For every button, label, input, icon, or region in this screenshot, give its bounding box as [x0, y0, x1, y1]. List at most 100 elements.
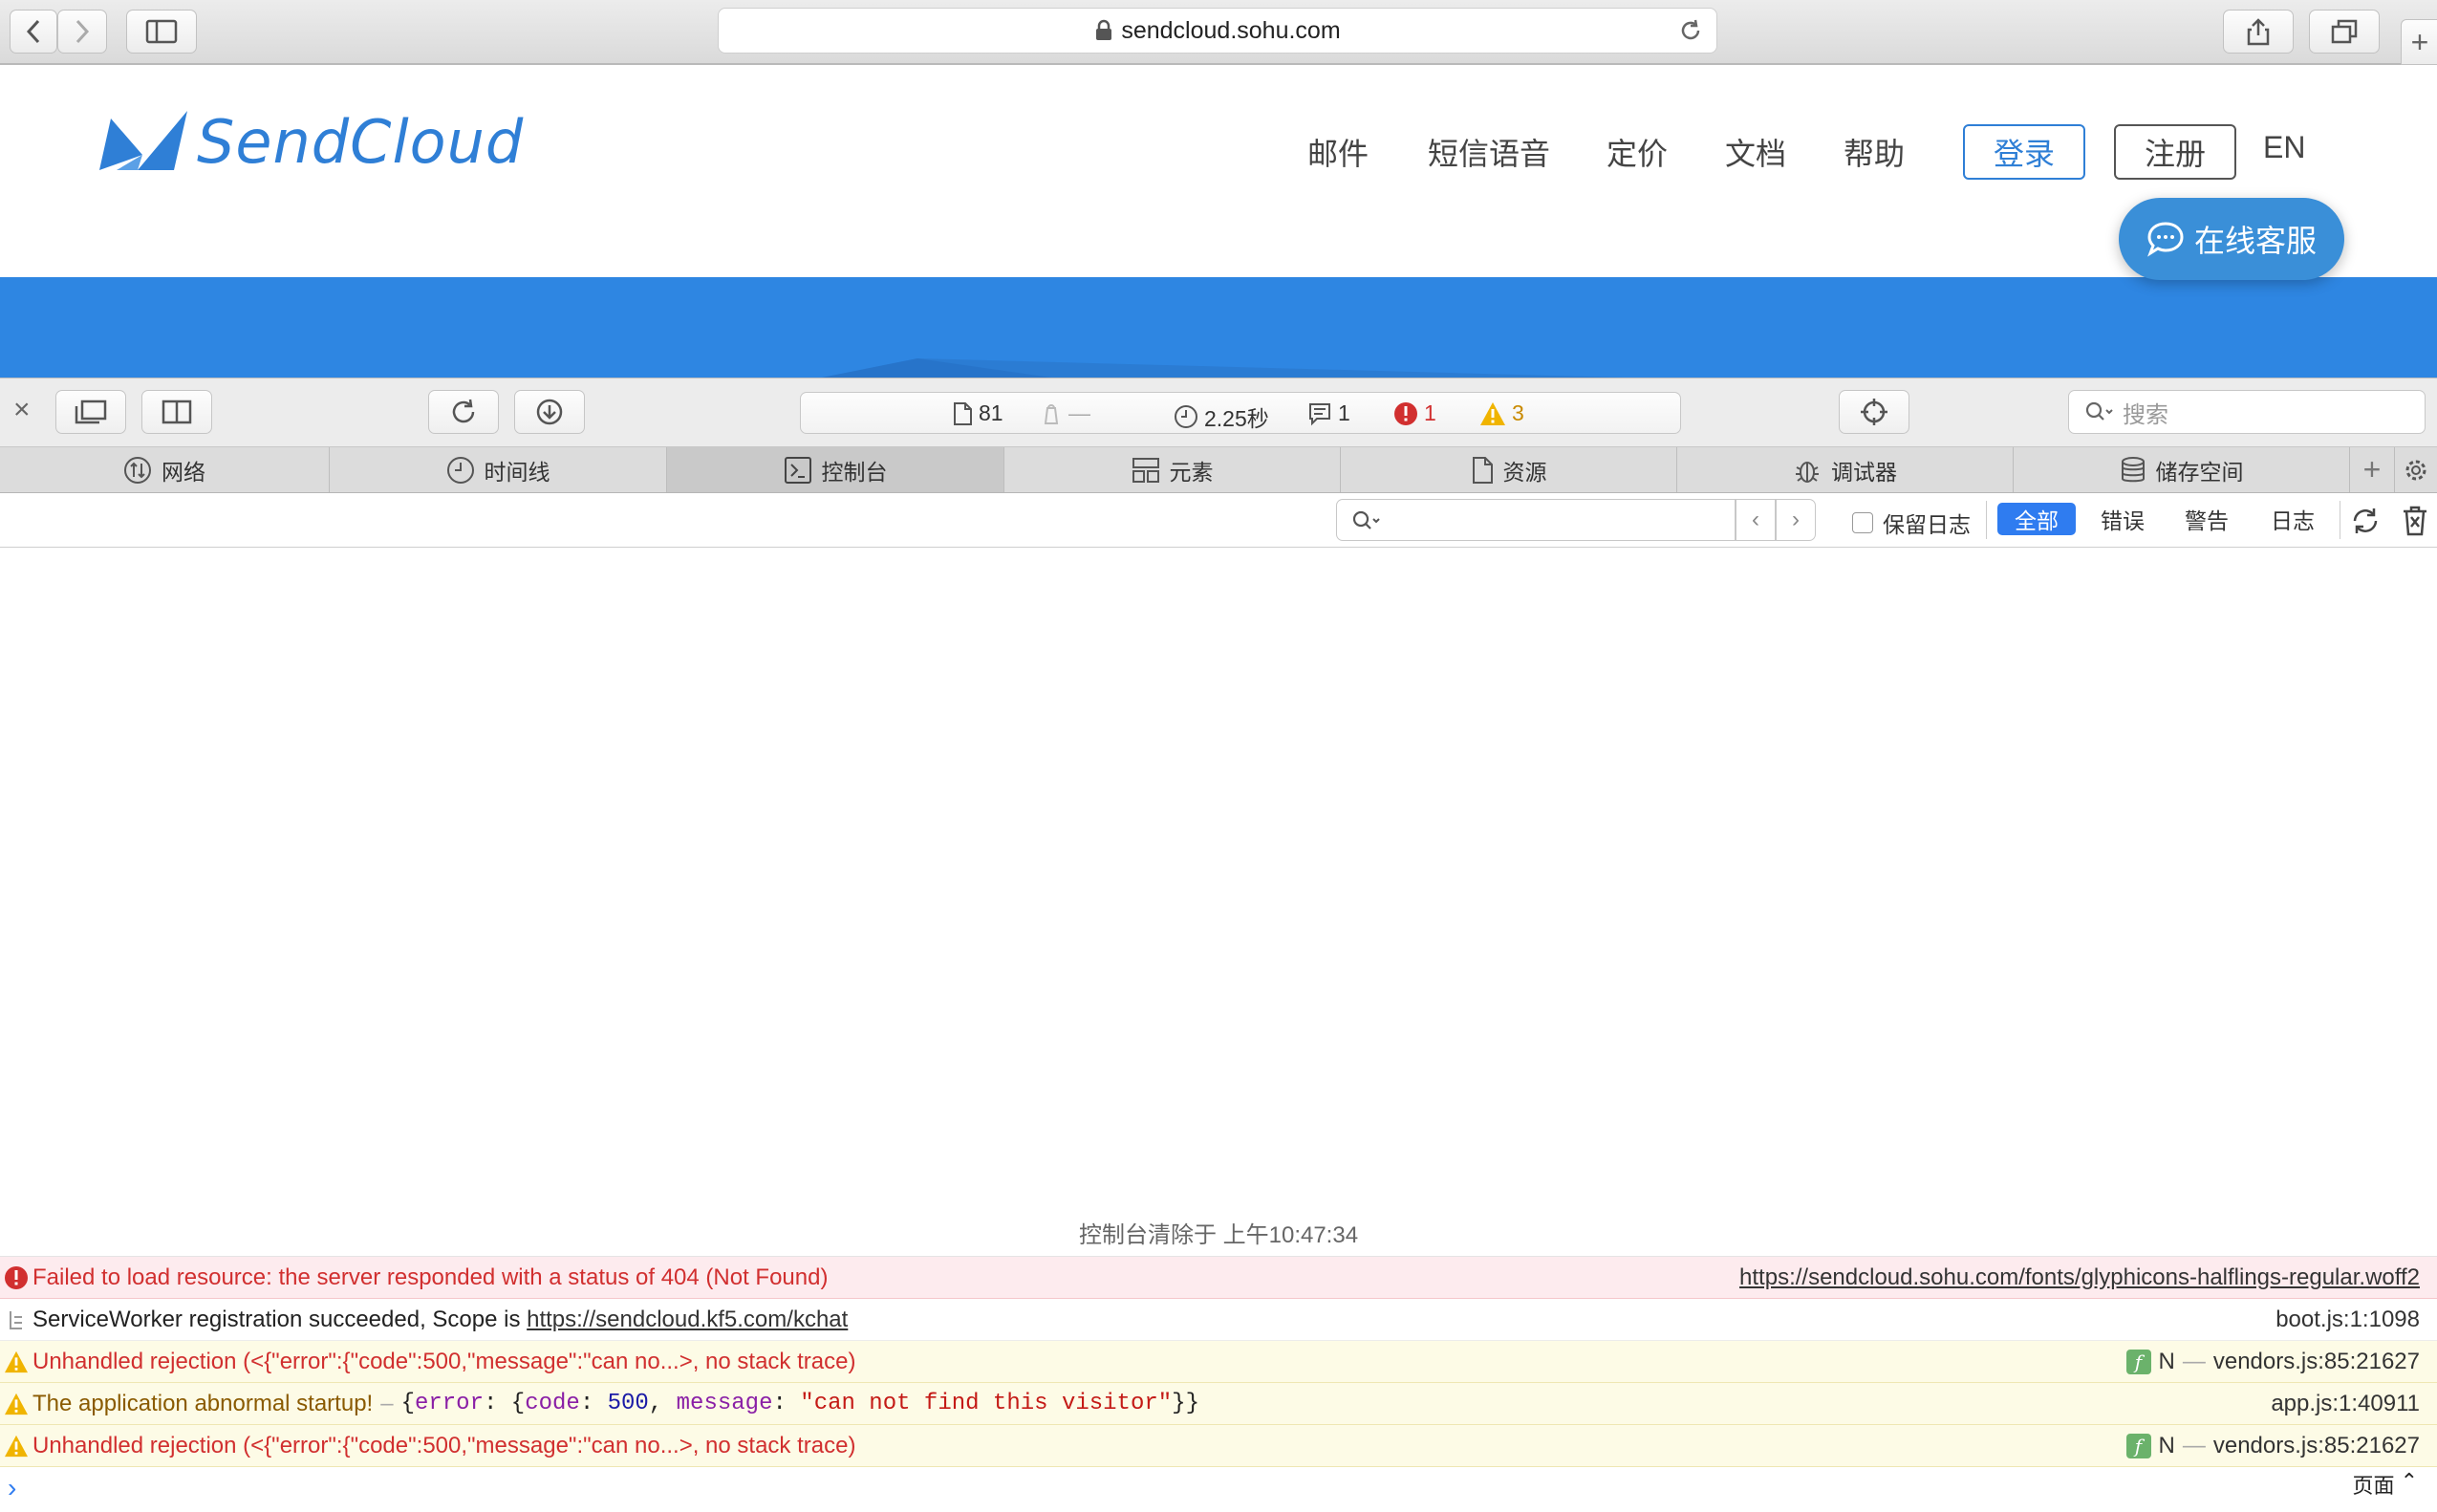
- warning-icon: [0, 1350, 32, 1373]
- reload-page-button[interactable]: [428, 390, 499, 434]
- console-message-warning[interactable]: Unhandled rejection (<{"error":{"code":5…: [0, 1425, 2437, 1467]
- console-filter-input[interactable]: [1336, 499, 1736, 541]
- banner-decoration: [822, 358, 1625, 378]
- message-source-link[interactable]: https://sendcloud.sohu.com/fonts/glyphic…: [1739, 1264, 2420, 1291]
- language-switch[interactable]: EN: [2263, 130, 2305, 165]
- sidebar-toggle-button[interactable]: [126, 10, 197, 54]
- message-text: Unhandled rejection (<{"error":{"code":5…: [32, 1432, 856, 1458]
- function-icon: f: [2125, 1433, 2151, 1458]
- tab-debugger[interactable]: 调试器: [1677, 447, 2014, 492]
- tab-timeline[interactable]: 时间线: [330, 447, 667, 492]
- function-icon: f: [2125, 1349, 2151, 1374]
- next-match-button[interactable]: ›: [1776, 499, 1816, 541]
- filter-all-button[interactable]: 全部: [1997, 503, 2076, 535]
- download-archive-button[interactable]: [514, 390, 585, 434]
- object-preview[interactable]: {error: {code: 500, message: "can not fi…: [401, 1391, 1199, 1416]
- address-bar[interactable]: sendcloud.sohu.com: [718, 8, 1717, 54]
- nav-docs[interactable]: 文档: [1725, 130, 1786, 174]
- log-count[interactable]: 1: [1307, 400, 1350, 426]
- forward-button[interactable]: [57, 10, 107, 54]
- new-tab-button[interactable]: +: [2401, 19, 2437, 65]
- sendcloud-logo-icon[interactable]: [99, 109, 187, 172]
- preserve-log-checkbox[interactable]: [1852, 512, 1873, 533]
- nav-mail[interactable]: 邮件: [1307, 130, 1369, 174]
- share-icon: [2247, 18, 2270, 46]
- preserve-log-label: 保留日志: [1883, 512, 1971, 537]
- console-output: 控制台清除于 上午10:47:34 Failed to load resourc…: [0, 548, 2437, 1512]
- devtools-search-field[interactable]: 搜索: [2068, 390, 2426, 434]
- tab-elements[interactable]: 元素: [1004, 447, 1341, 492]
- message-badge: N: [2158, 1348, 2175, 1374]
- tab-network[interactable]: 网络: [0, 447, 330, 492]
- previous-match-button[interactable]: ‹: [1736, 499, 1776, 541]
- online-support-label: 在线客服: [2193, 224, 2317, 258]
- plus-icon: +: [2362, 452, 2382, 486]
- preserve-log-toggle[interactable]: 保留日志: [1852, 507, 1971, 539]
- browser-toolbar: sendcloud.sohu.com +: [0, 0, 2437, 65]
- message-source-link[interactable]: boot.js:1:1098: [2275, 1307, 2420, 1333]
- load-time[interactable]: 2.25秒: [1174, 400, 1269, 433]
- online-support-button[interactable]: 在线客服: [2119, 198, 2344, 280]
- separator-dash: —: [2182, 1348, 2206, 1374]
- hero-banner: [0, 277, 2437, 378]
- console-prompt-icon[interactable]: ›: [8, 1473, 16, 1503]
- nav-pricing[interactable]: 定价: [1607, 130, 1668, 174]
- new-tab-plus-button[interactable]: +: [2350, 447, 2395, 492]
- share-button[interactable]: [2223, 10, 2294, 54]
- inspect-element-button[interactable]: [1839, 390, 1909, 434]
- clear-console-icon[interactable]: [2401, 505, 2429, 537]
- dock-side-button[interactable]: [141, 390, 212, 434]
- chevron-left-icon: [26, 19, 40, 44]
- message-source-link[interactable]: vendors.js:85:21627: [2213, 1349, 2420, 1375]
- reload-icon[interactable]: [1678, 18, 1703, 43]
- logo-text[interactable]: SendCloud: [197, 107, 524, 177]
- nav-help[interactable]: 帮助: [1844, 130, 1905, 174]
- message-source-link[interactable]: app.js:1:40911: [2271, 1391, 2420, 1417]
- filter-search-icon: [1352, 510, 1380, 529]
- tab-storage-label: 储存空间: [2155, 459, 2244, 485]
- resource-size[interactable]: —: [1040, 400, 1090, 426]
- settings-button[interactable]: [2395, 447, 2437, 492]
- chevron-right-icon: [75, 19, 90, 44]
- console-message-error[interactable]: Failed to load resource: the server resp…: [0, 1257, 2437, 1299]
- web-page: SendCloud 邮件 短信语音 定价 文档 帮助 登录 注册 EN 在线客服: [0, 67, 2437, 378]
- detach-window-button[interactable]: [55, 390, 126, 434]
- scope-link[interactable]: https://sendcloud.kf5.com/kchat: [527, 1307, 848, 1333]
- close-devtools-icon[interactable]: ×: [13, 394, 31, 426]
- error-icon: [1394, 401, 1417, 425]
- register-button[interactable]: 注册: [2114, 124, 2236, 180]
- execution-context-selector[interactable]: 页面 ⌃: [2353, 1469, 2418, 1500]
- message-source[interactable]: f N — vendors.js:85:21627: [2125, 1348, 2420, 1375]
- refresh-console-icon[interactable]: [2349, 505, 2382, 537]
- back-button[interactable]: [10, 10, 57, 54]
- login-button[interactable]: 登录: [1963, 124, 2085, 180]
- warning-count[interactable]: 3: [1479, 400, 1524, 426]
- resource-count[interactable]: 81: [952, 400, 1003, 426]
- error-count[interactable]: 1: [1393, 400, 1436, 426]
- console-message-warning[interactable]: Unhandled rejection (<{"error":{"code":5…: [0, 1341, 2437, 1383]
- plus-icon: +: [2410, 24, 2429, 59]
- download-icon: [536, 399, 563, 425]
- message-source[interactable]: f N — vendors.js:85:21627: [2125, 1433, 2420, 1459]
- search-icon: [2085, 401, 2113, 421]
- sidebar-icon: [145, 19, 178, 44]
- debugger-icon: [1796, 461, 1819, 483]
- storage-icon: [2121, 456, 2145, 482]
- dock-side-icon: [162, 400, 192, 424]
- filter-errors-button[interactable]: 错误: [2081, 503, 2164, 535]
- show-tabs-button[interactable]: [2309, 10, 2380, 54]
- tab-resources[interactable]: 资源: [1341, 447, 1677, 492]
- filter-logs-button[interactable]: 日志: [2252, 503, 2334, 535]
- filter-warnings-button[interactable]: 警告: [2166, 503, 2248, 535]
- tab-storage[interactable]: 储存空间: [2014, 447, 2350, 492]
- console-cleared-note: 控制台清除于 上午10:47:34: [0, 1215, 2437, 1257]
- warning-icon: [0, 1393, 32, 1415]
- console-filter-bar: ‹ › 保留日志 全部 错误 警告 日志: [0, 493, 2437, 548]
- devtools-dashboard[interactable]: 81 — 2.25秒 1 1 3: [800, 392, 1681, 434]
- console-message-log[interactable]: ServiceWorker registration succeeded, Sc…: [0, 1299, 2437, 1341]
- object-key: message: [676, 1391, 773, 1416]
- nav-sms-voice[interactable]: 短信语音: [1428, 130, 1550, 174]
- tab-console[interactable]: 控制台: [667, 447, 1004, 492]
- message-source-link[interactable]: vendors.js:85:21627: [2213, 1433, 2420, 1459]
- console-message-warning[interactable]: The application abnormal startup! – {err…: [0, 1383, 2437, 1425]
